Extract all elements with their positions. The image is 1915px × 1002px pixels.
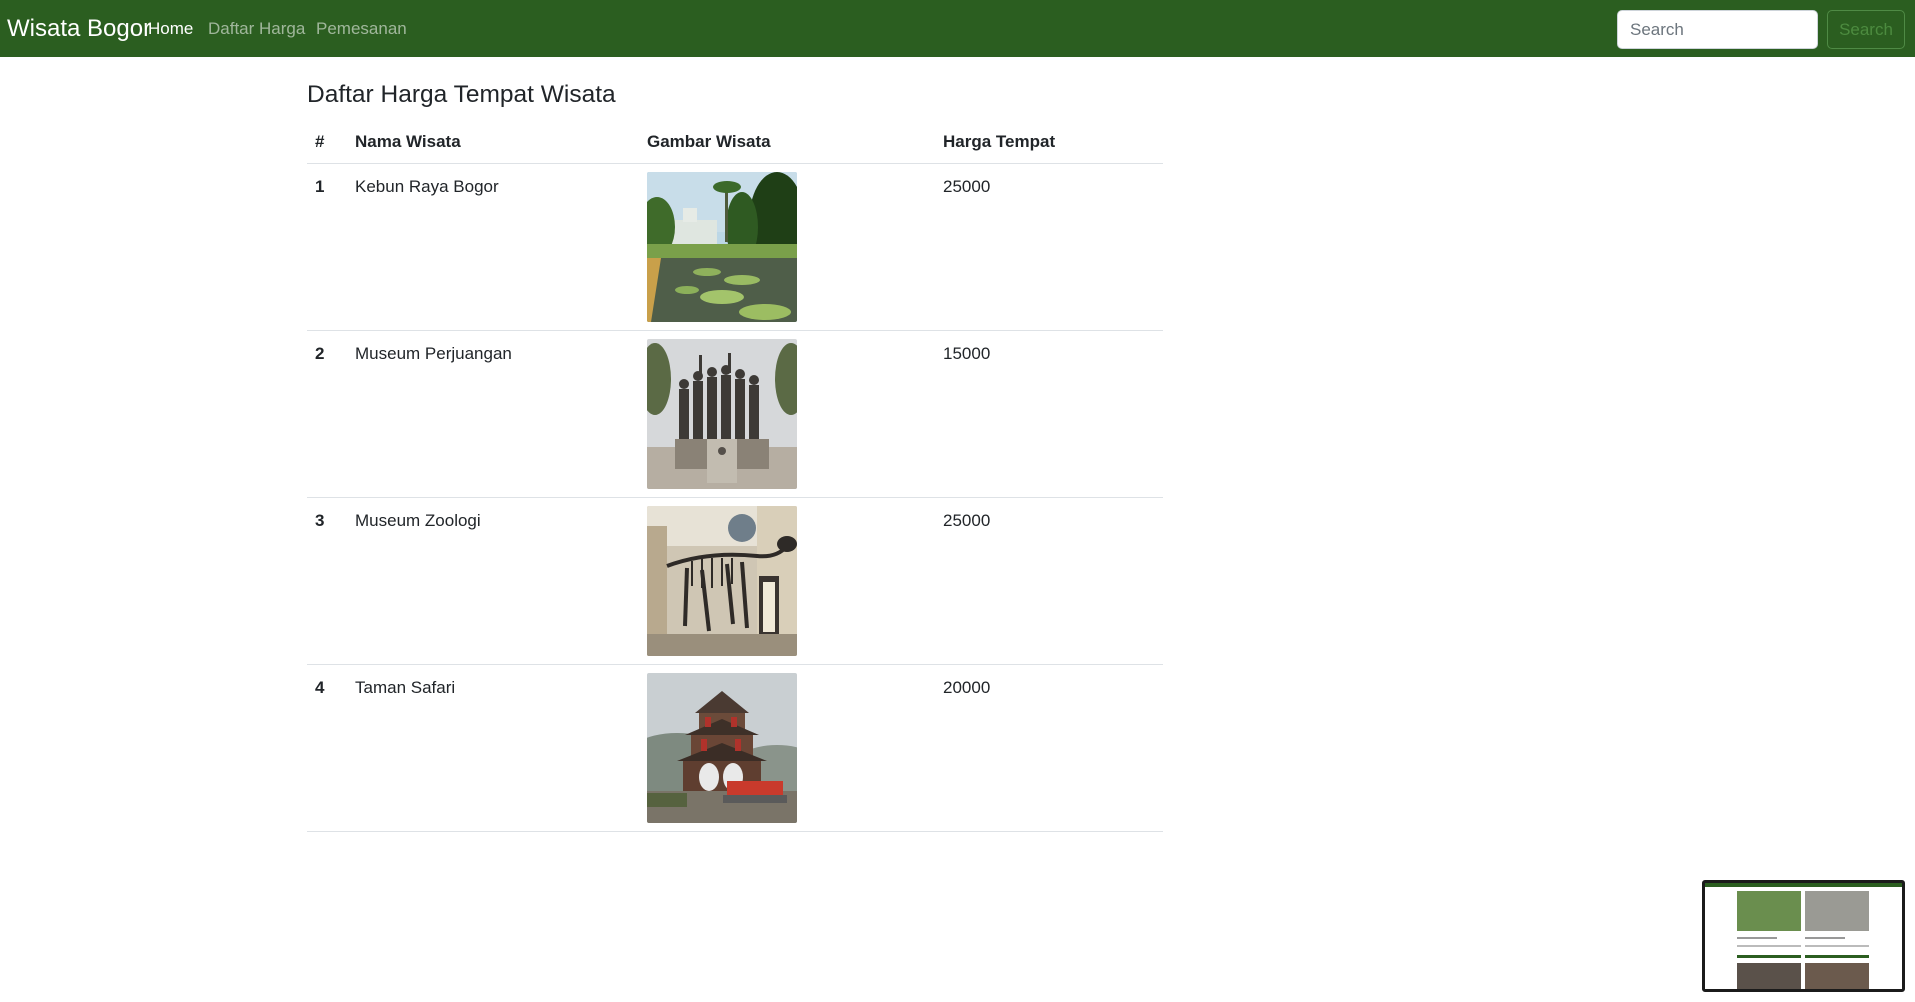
row-nama-wisata: Museum Zoologi bbox=[355, 497, 647, 665]
page-title: Daftar Harga Tempat Wisata bbox=[307, 81, 616, 108]
main-content: Daftar Harga Tempat Wisata # Nama Wisata… bbox=[307, 80, 1163, 832]
price-table: # Nama Wisata Gambar Wisata Harga Tempat… bbox=[307, 122, 1163, 832]
nav-daftar-harga-link[interactable]: Daftar Harga bbox=[208, 18, 305, 40]
header-gambar-wisata: Gambar Wisata bbox=[647, 122, 943, 164]
table-row: 3 Museum Zoologi 25000 bbox=[307, 497, 1163, 665]
row-nama-wisata: Kebun Raya Bogor bbox=[355, 163, 647, 331]
row-gambar-cell bbox=[647, 497, 943, 665]
top-navbar: Wisata Bogor Home Daftar Harga Pemesanan… bbox=[0, 0, 1915, 57]
row-gambar-cell bbox=[647, 163, 943, 331]
header-nama-wisata: Nama Wisata bbox=[355, 122, 647, 164]
table-row: 1 Kebun Raya Bogor 25000 bbox=[307, 163, 1163, 331]
row-gambar-cell bbox=[647, 330, 943, 498]
nav-pemesanan-link[interactable]: Pemesanan bbox=[316, 18, 407, 40]
nav-home-link[interactable]: Home bbox=[148, 18, 193, 40]
header-harga-tempat: Harga Tempat bbox=[943, 122, 1163, 164]
row-number: 1 bbox=[307, 163, 355, 331]
museum-perjuangan-image bbox=[647, 339, 797, 489]
row-gambar-cell bbox=[647, 664, 943, 832]
row-harga: 15000 bbox=[943, 330, 1163, 498]
row-harga: 25000 bbox=[943, 163, 1163, 331]
row-number: 2 bbox=[307, 330, 355, 498]
row-harga: 25000 bbox=[943, 497, 1163, 665]
museum-zoologi-image bbox=[647, 506, 797, 656]
table-row: 2 Museum Perjuangan 15000 bbox=[307, 330, 1163, 498]
row-number: 3 bbox=[307, 497, 355, 665]
header-number: # bbox=[307, 122, 355, 164]
kebun-raya-image bbox=[647, 172, 797, 322]
row-nama-wisata: Taman Safari bbox=[355, 664, 647, 832]
table-header-row: # Nama Wisata Gambar Wisata Harga Tempat bbox=[307, 122, 1163, 164]
table-row: 4 Taman Safari 20000 bbox=[307, 664, 1163, 832]
brand-logo-link[interactable]: Wisata Bogor bbox=[7, 15, 151, 43]
taman-safari-image bbox=[647, 673, 797, 823]
row-harga: 20000 bbox=[943, 664, 1163, 832]
search-button[interactable]: Search bbox=[1827, 10, 1905, 49]
row-nama-wisata: Museum Perjuangan bbox=[355, 330, 647, 498]
page-preview-thumbnail[interactable] bbox=[1702, 880, 1905, 992]
row-number: 4 bbox=[307, 664, 355, 832]
search-input[interactable] bbox=[1617, 10, 1818, 49]
